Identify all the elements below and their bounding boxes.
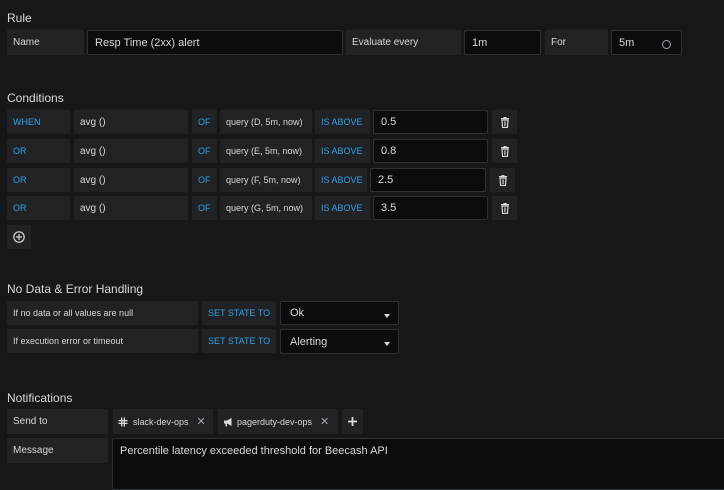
condition-operator[interactable]: OR bbox=[7, 196, 70, 220]
caret-down-icon bbox=[384, 342, 390, 346]
remove-tag-icon[interactable]: ✕ bbox=[197, 415, 206, 428]
condition-evaluator[interactable]: IS ABOVE bbox=[315, 196, 370, 220]
condition-reducer[interactable]: avg () bbox=[74, 139, 188, 163]
plus-circle-icon bbox=[13, 231, 25, 243]
name-label: Name bbox=[7, 30, 84, 55]
condition-threshold-input[interactable]: 0.8 bbox=[373, 139, 488, 163]
condition-evaluator[interactable]: IS ABOVE bbox=[315, 168, 367, 192]
rule-section-title: Rule bbox=[7, 11, 32, 25]
for-label: For bbox=[545, 30, 608, 55]
delete-condition-button[interactable] bbox=[492, 110, 517, 134]
condition-threshold-input[interactable]: 2.5 bbox=[370, 168, 486, 192]
delete-condition-button[interactable] bbox=[490, 168, 515, 192]
conditions-section-title: Conditions bbox=[7, 91, 64, 105]
delete-condition-button[interactable] bbox=[492, 139, 517, 163]
add-channel-button[interactable] bbox=[342, 409, 363, 434]
error-state-value: Alerting bbox=[290, 335, 328, 348]
condition-evaluator[interactable]: IS ABOVE bbox=[315, 110, 370, 134]
condition-query[interactable]: query (D, 5m, now) bbox=[220, 110, 312, 134]
nodata-state-select[interactable]: Ok bbox=[280, 301, 399, 325]
condition-reducer[interactable]: avg () bbox=[74, 196, 188, 220]
error-state-select[interactable]: Alerting bbox=[280, 329, 399, 354]
delete-condition-button[interactable] bbox=[492, 196, 517, 220]
error-label: If execution error or timeout bbox=[7, 329, 198, 353]
channel-tag-pagerduty[interactable]: pagerduty-dev-ops ✕ bbox=[218, 409, 338, 434]
condition-of-keyword: OF bbox=[192, 168, 217, 192]
condition-evaluator[interactable]: IS ABOVE bbox=[315, 139, 370, 163]
condition-threshold-input[interactable]: 0.5 bbox=[373, 110, 488, 134]
clock-icon bbox=[662, 40, 671, 49]
trash-icon bbox=[500, 116, 509, 128]
condition-reducer[interactable]: avg () bbox=[74, 168, 188, 192]
message-label: Message bbox=[7, 438, 108, 463]
nodata-label: If no data or all values are null bbox=[7, 301, 198, 325]
condition-operator[interactable]: OR bbox=[7, 168, 70, 192]
nodata-state-value: Ok bbox=[290, 307, 305, 319]
condition-of-keyword: OF bbox=[192, 139, 217, 163]
message-textarea[interactable]: Percentile latency exceeded threshold fo… bbox=[112, 438, 724, 490]
for-value: 5m bbox=[619, 36, 635, 49]
trash-icon bbox=[498, 174, 507, 186]
set-state-keyword: SET STATE TO bbox=[202, 329, 276, 353]
bullhorn-icon bbox=[224, 417, 232, 426]
for-input[interactable]: 5m bbox=[611, 30, 682, 55]
channel-tag-label: slack-dev-ops bbox=[133, 416, 189, 427]
evaluate-every-input[interactable]: 1m bbox=[464, 30, 541, 55]
channel-tag-slack[interactable]: slack-dev-ops ✕ bbox=[113, 409, 213, 434]
condition-operator[interactable]: WHEN bbox=[7, 110, 70, 134]
message-text: Percentile latency exceeded threshold fo… bbox=[120, 445, 388, 457]
condition-of-keyword: OF bbox=[192, 110, 217, 134]
channel-tag-label: pagerduty-dev-ops bbox=[237, 416, 313, 427]
trash-icon bbox=[500, 202, 509, 214]
evaluate-every-label: Evaluate every bbox=[346, 30, 461, 55]
condition-query[interactable]: query (F, 5m, now) bbox=[220, 168, 312, 192]
set-state-keyword: SET STATE TO bbox=[202, 301, 276, 325]
caret-down-icon bbox=[384, 314, 390, 318]
condition-threshold-input[interactable]: 3.5 bbox=[373, 196, 488, 220]
rule-name-input[interactable]: Resp Time (2xx) alert bbox=[87, 30, 343, 55]
condition-query[interactable]: query (G, 5m, now) bbox=[220, 196, 312, 220]
plus-icon bbox=[348, 417, 357, 426]
remove-tag-icon[interactable]: ✕ bbox=[320, 415, 329, 428]
condition-of-keyword: OF bbox=[192, 196, 217, 220]
slack-icon bbox=[118, 417, 128, 426]
send-to-label: Send to bbox=[7, 409, 108, 434]
trash-icon bbox=[500, 145, 509, 157]
add-condition-button[interactable] bbox=[7, 225, 31, 249]
notifications-section-title: Notifications bbox=[7, 391, 73, 405]
nodata-section-title: No Data & Error Handling bbox=[7, 282, 144, 296]
condition-query[interactable]: query (E, 5m, now) bbox=[220, 139, 312, 163]
condition-reducer[interactable]: avg () bbox=[74, 110, 188, 134]
condition-operator[interactable]: OR bbox=[7, 139, 70, 163]
